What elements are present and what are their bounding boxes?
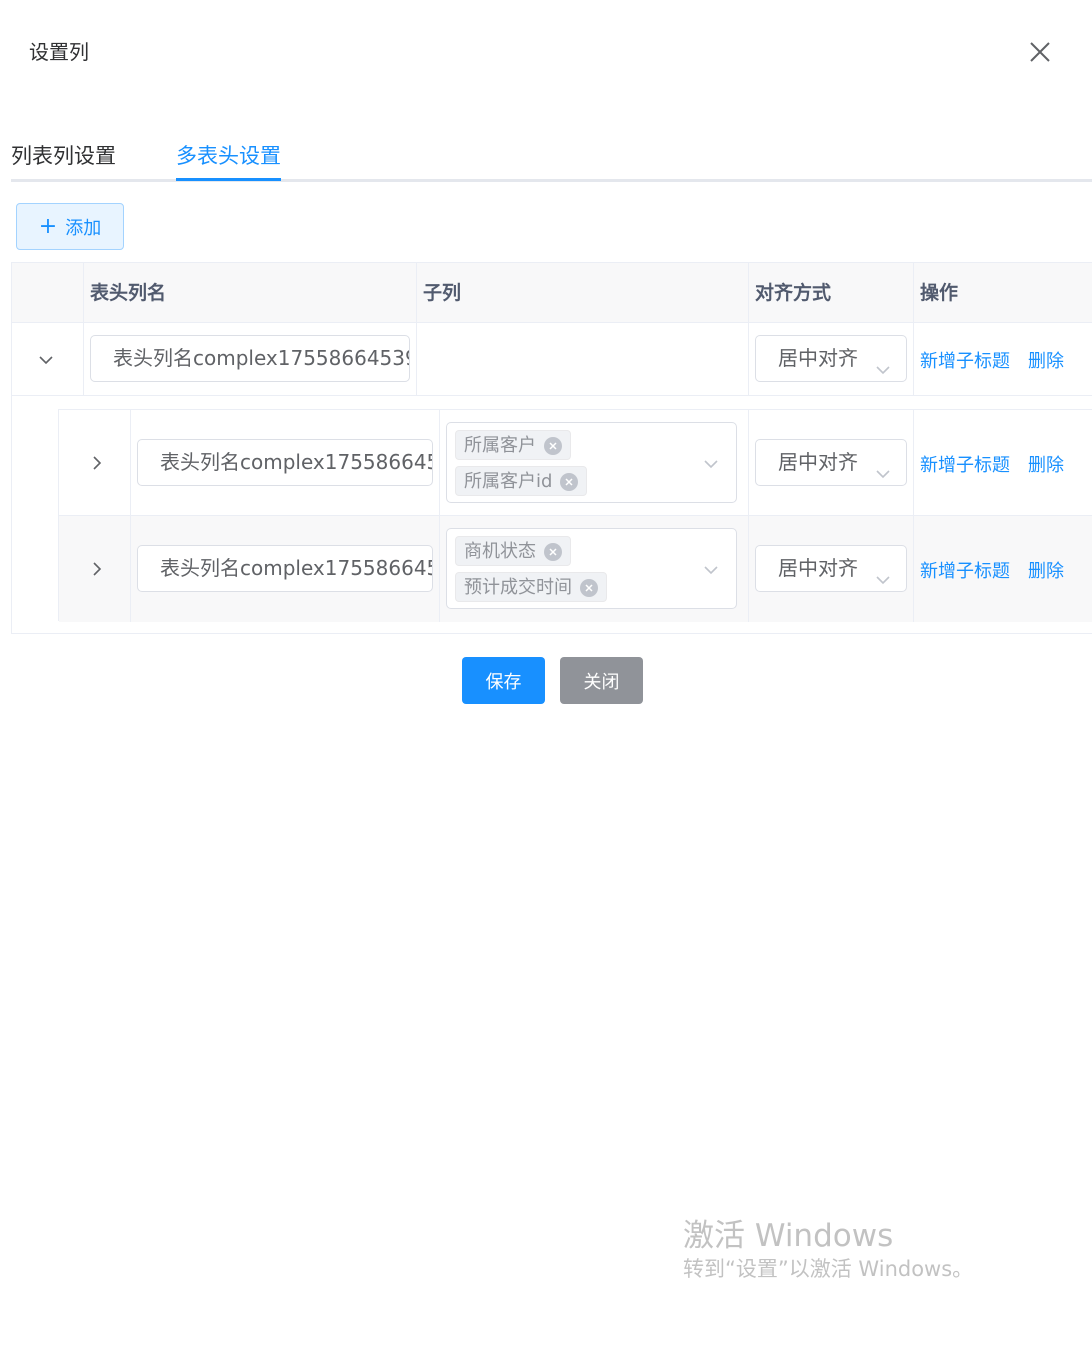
actions-cell: 新增子标题 删除	[914, 323, 1092, 395]
header-expand-column	[12, 263, 84, 323]
close-icon[interactable]	[544, 543, 562, 561]
child-columns-select[interactable]: 商机状态 预计成交时间	[446, 528, 737, 609]
tab-multi-header-settings[interactable]: 多表头设置	[176, 140, 281, 170]
close-icon[interactable]	[580, 579, 598, 597]
children-cell: 所属客户 所属客户id	[440, 410, 749, 515]
tab-bar: 列表列设置 多表头设置	[11, 132, 1092, 182]
actions-cell: 新增子标题 删除	[914, 410, 1092, 515]
column-tag-label: 预计成交时间	[464, 577, 572, 598]
align-select[interactable]: 居中对齐	[755, 545, 907, 592]
column-tag: 预计成交时间	[455, 572, 607, 602]
column-tag: 所属客户id	[455, 466, 588, 496]
delete-link[interactable]: 删除	[1028, 347, 1064, 373]
column-tag-label: 商机状态	[464, 541, 536, 562]
align-select-value: 居中对齐	[778, 346, 858, 370]
add-subtitle-link[interactable]: 新增子标题	[920, 557, 1010, 583]
name-cell: 表头列名complex175586645	[131, 410, 440, 515]
activation-watermark-subtitle: 转到“设置”以激活 Windows。	[683, 1257, 974, 1281]
tab-column-settings[interactable]: 列表列设置	[11, 140, 116, 170]
header-name-input[interactable]: 表头列名complex175586645	[137, 439, 433, 486]
close-icon[interactable]	[1026, 38, 1054, 66]
save-button[interactable]: 保存	[462, 657, 545, 704]
align-cell: 居中对齐	[749, 410, 914, 515]
name-cell: 表头列名complex17558664539	[84, 323, 417, 395]
align-select-value: 居中对齐	[778, 450, 858, 474]
add-subtitle-link[interactable]: 新增子标题	[920, 347, 1010, 373]
chevron-down-icon	[702, 561, 720, 579]
header-name-input[interactable]: 表头列名complex17558664539	[90, 335, 410, 382]
activation-watermark-title: 激活 Windows	[683, 1218, 894, 1254]
table-header: 表头列名 子列 对齐方式 操作	[12, 263, 1092, 323]
chevron-down-icon[interactable]	[36, 350, 56, 370]
table-row: 表头列名complex17558664539 居中对齐 新增子标题 删除	[12, 323, 1092, 396]
child-rows-area: 表头列名complex175586645 所属客户 所属客户id 居中对齐 新增…	[12, 397, 1092, 635]
chevron-down-icon	[874, 560, 892, 585]
expand-cell	[59, 410, 131, 515]
child-columns-select[interactable]: 所属客户 所属客户id	[446, 422, 737, 503]
column-tag-label: 所属客户id	[464, 471, 553, 492]
expand-cell	[12, 323, 84, 395]
column-tag-label: 所属客户	[464, 435, 536, 456]
close-button[interactable]: 关闭	[560, 657, 643, 704]
actions-cell: 新增子标题 删除	[914, 516, 1092, 622]
multi-header-table: 表头列名 子列 对齐方式 操作 表头列名complex17558664539 居…	[11, 262, 1092, 634]
align-select[interactable]: 居中对齐	[755, 439, 907, 486]
header-column-align: 对齐方式	[749, 263, 914, 323]
add-subtitle-link[interactable]: 新增子标题	[920, 451, 1010, 477]
column-tag: 所属客户	[455, 430, 571, 460]
align-select[interactable]: 居中对齐	[755, 335, 907, 382]
align-cell: 居中对齐	[749, 516, 914, 622]
active-tab-indicator	[176, 178, 281, 181]
children-cell: 商机状态 预计成交时间	[440, 516, 749, 622]
children-cell	[417, 323, 749, 395]
child-table: 表头列名complex175586645 所属客户 所属客户id 居中对齐 新增…	[58, 409, 1092, 622]
chevron-down-icon	[874, 350, 892, 375]
delete-link[interactable]: 删除	[1028, 451, 1064, 477]
align-select-value: 居中对齐	[778, 556, 858, 580]
plus-icon: +	[38, 213, 58, 239]
close-icon[interactable]	[544, 437, 562, 455]
header-column-name: 表头列名	[84, 263, 417, 323]
add-button[interactable]: + 添加	[16, 203, 124, 250]
close-icon[interactable]	[560, 473, 579, 491]
header-name-input[interactable]: 表头列名complex175586645	[137, 545, 433, 592]
align-cell: 居中对齐	[749, 323, 914, 395]
delete-link[interactable]: 删除	[1028, 557, 1064, 583]
name-cell: 表头列名complex175586645	[131, 516, 440, 622]
chevron-right-icon[interactable]	[87, 453, 107, 473]
chevron-down-icon	[702, 455, 720, 473]
add-button-label: 添加	[65, 217, 102, 239]
header-column-children: 子列	[417, 263, 749, 323]
table-row: 表头列名complex175586645 商机状态 预计成交时间 居中对齐 新增…	[59, 516, 1092, 622]
table-row: 表头列名complex175586645 所属客户 所属客户id 居中对齐 新增…	[59, 410, 1092, 516]
dialog-title: 设置列	[29, 40, 89, 64]
column-tag: 商机状态	[455, 536, 571, 566]
expand-cell	[59, 516, 131, 622]
chevron-right-icon[interactable]	[87, 559, 107, 579]
header-column-actions: 操作	[920, 282, 959, 304]
chevron-down-icon	[874, 454, 892, 479]
